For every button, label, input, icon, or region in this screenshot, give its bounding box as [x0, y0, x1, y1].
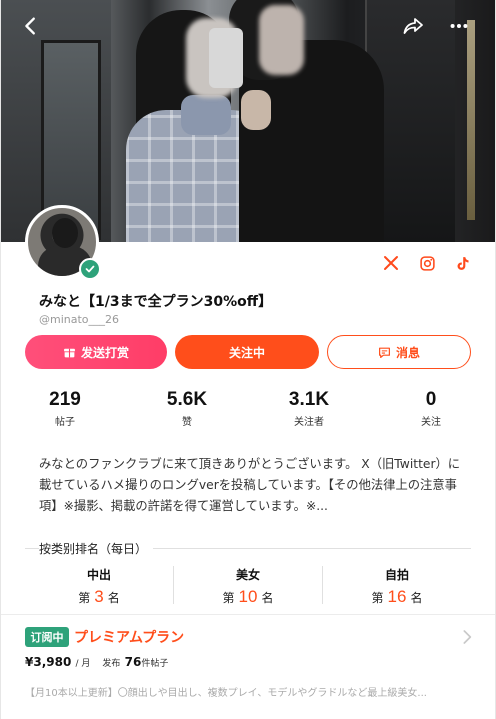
ranking-position: 第 10 名 — [222, 587, 274, 606]
ranking-category: 中出 — [86, 568, 111, 582]
plan-posts-suffix: 件帖子 — [141, 659, 169, 669]
ranking-item[interactable]: 中出 第3名 — [25, 566, 173, 607]
stat-value: 5.6K — [166, 389, 208, 410]
more-dots-icon — [450, 23, 468, 29]
ranking-position: 第3名 — [78, 587, 120, 606]
chevron-right-icon — [463, 630, 472, 644]
subscribed-badge: 订阅中 — [25, 627, 69, 647]
plan-price-value: ¥3,980 — [25, 655, 72, 669]
profile-handle: @minato___26 — [39, 313, 120, 326]
stat-label: 关注 — [421, 417, 441, 428]
chat-icon — [379, 347, 390, 358]
plan-posts-prefix: 发布 — [102, 659, 121, 669]
verified-check-icon — [79, 258, 101, 280]
stat-value: 3.1K — [288, 389, 330, 410]
stat-followers[interactable]: 3.1K 关注者 — [259, 389, 359, 428]
plan-price-unit: / 月 — [75, 659, 91, 669]
ranking-category: 自拍 — [384, 568, 409, 582]
plan-chevron-button[interactable] — [459, 628, 475, 650]
send-tip-label: 发送打赏 — [80, 345, 129, 360]
profile-page: みなと【1/3まで全プラン30%off】 @minato___26 发送打赏 关… — [0, 0, 496, 719]
message-button[interactable]: 消息 — [327, 335, 471, 369]
plan-price: ¥3,980 / 月 发布 76件帖子 — [25, 655, 168, 669]
stat-label: 帖子 — [55, 417, 75, 428]
tiktok-icon[interactable] — [452, 253, 472, 273]
share-icon — [403, 18, 423, 34]
ranking-item[interactable]: 自拍 第 16 名 — [323, 566, 471, 607]
stat-likes: 5.6K 赞 — [137, 389, 237, 428]
following-label: 关注中 — [228, 345, 265, 360]
back-button[interactable] — [17, 12, 45, 40]
ranking-title: 按类别排名（每日） — [39, 540, 154, 557]
plan-posts-count: 76 — [124, 655, 142, 669]
instagram-icon[interactable] — [417, 253, 437, 273]
more-button[interactable] — [445, 12, 473, 40]
following-button[interactable]: 关注中 — [175, 335, 319, 369]
stat-value: 0 — [425, 389, 437, 410]
stat-label: 赞 — [182, 417, 192, 428]
plan-name[interactable]: プレミアムプラン — [74, 627, 184, 647]
stat-label: 关注者 — [294, 417, 324, 428]
profile-bio[interactable]: みなとのファンクラブに来て頂きありがとうございます。 X（旧Twitter）に載… — [39, 454, 465, 517]
x-logo-icon[interactable] — [381, 253, 401, 273]
gift-icon — [64, 348, 75, 357]
ranking-category: 美女 — [235, 568, 260, 582]
ranking-position: 第 16 名 — [371, 587, 423, 606]
message-label: 消息 — [395, 345, 420, 360]
stat-posts[interactable]: 219 帖子 — [15, 389, 115, 428]
chevron-left-icon — [25, 17, 35, 35]
plan-description: 【月10本以上更新】〇顔出しや目出し、複数プレイ、モデルやグラドルなど最上級美女… — [25, 688, 427, 699]
section-divider — [1, 614, 495, 615]
stat-value: 219 — [49, 389, 81, 410]
share-button[interactable] — [399, 12, 427, 40]
ranking-item[interactable]: 美女 第 10 名 — [174, 566, 322, 607]
stat-following[interactable]: 0 关注 — [381, 389, 481, 428]
profile-name: みなと【1/3まで全プラン30%off】 — [39, 294, 273, 310]
send-tip-button[interactable]: 发送打赏 — [25, 335, 167, 369]
